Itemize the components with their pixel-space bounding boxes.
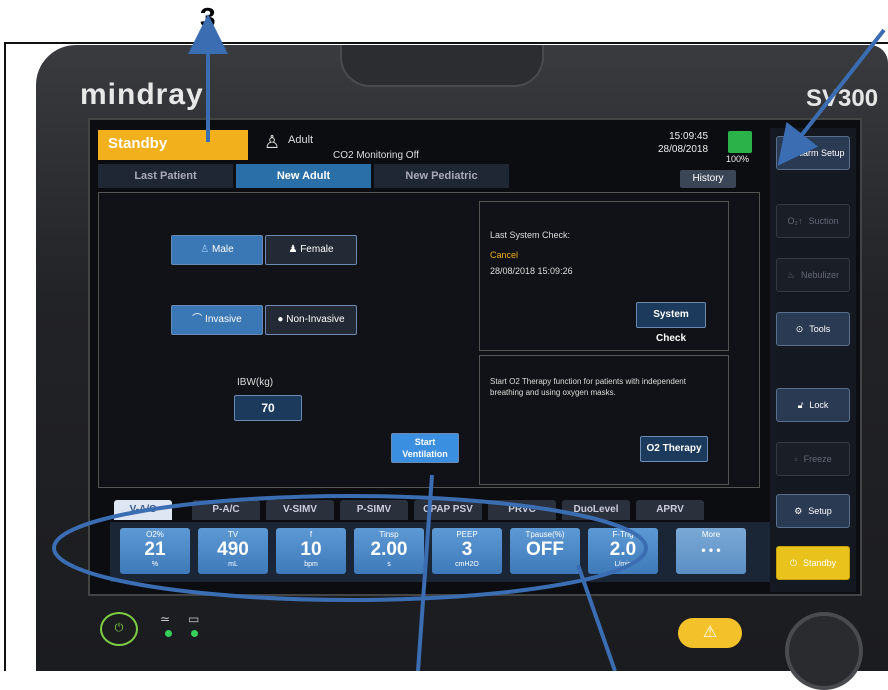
arrow-to-alarm-setup — [777, 28, 886, 166]
line-to-start-ventilation — [416, 474, 434, 671]
parameters-highlight-ellipse — [52, 494, 648, 602]
annotation-overlay — [52, 14, 886, 671]
